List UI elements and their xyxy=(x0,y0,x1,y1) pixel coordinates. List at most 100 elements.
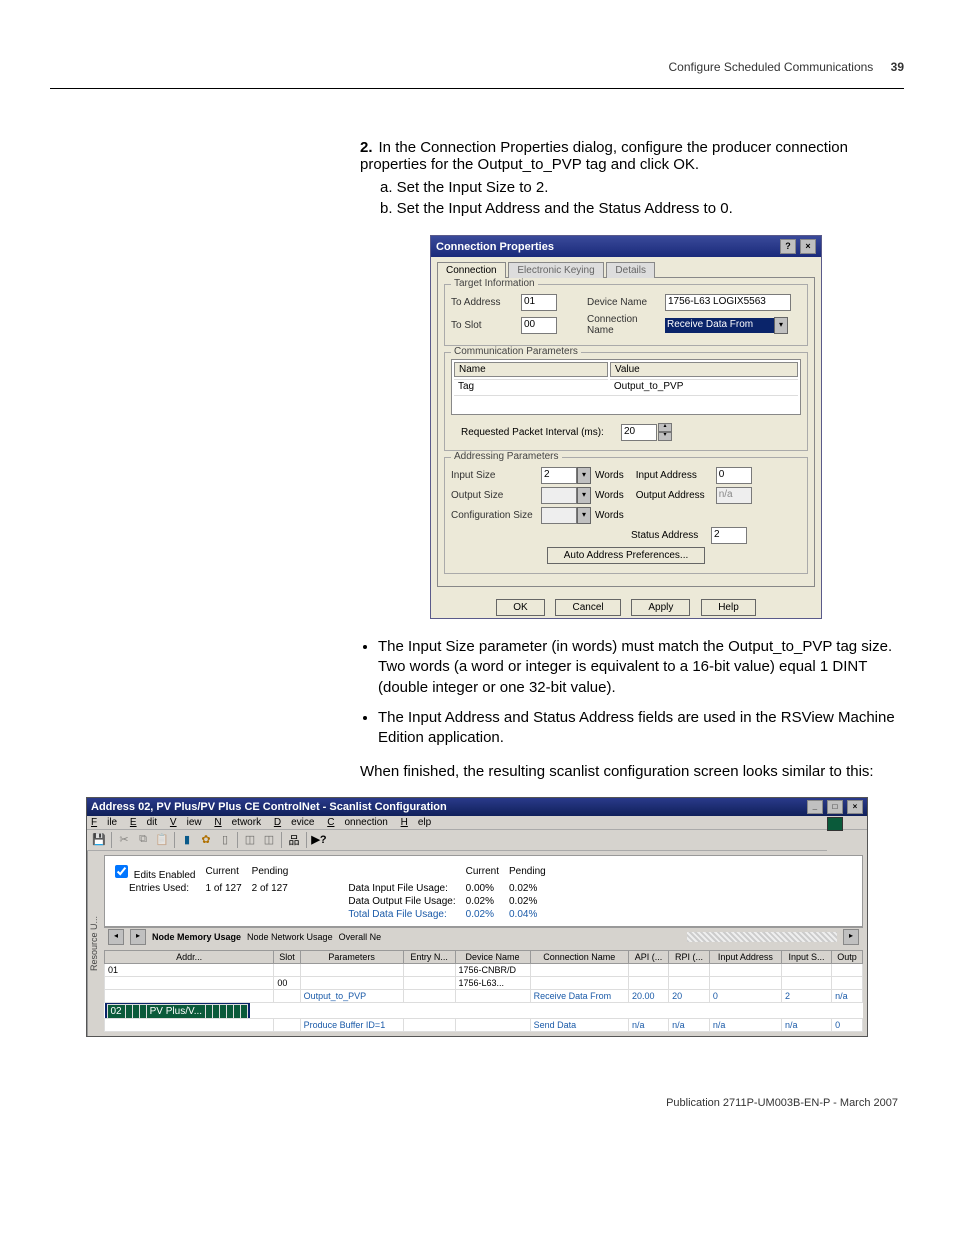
table-row[interactable]: 011756-CNBR/D xyxy=(105,963,863,976)
step-number: 2. xyxy=(360,139,373,156)
scanlist-window: Address 02, PV Plus/PV Plus CE ControlNe… xyxy=(86,797,868,1037)
whatsthis-icon[interactable]: ▶? xyxy=(311,832,327,848)
tool-icon[interactable]: ▯ xyxy=(217,832,233,848)
ok-button[interactable]: OK xyxy=(496,599,544,616)
tab-electronic-keying[interactable]: Electronic Keying xyxy=(508,262,603,278)
menu-device[interactable]: Device xyxy=(274,817,315,828)
scrollbar-track[interactable] xyxy=(687,932,837,942)
input-address-label: Input Address xyxy=(636,470,716,481)
table-row[interactable]: 001756-L63... xyxy=(105,976,863,989)
menubar: File Edit View Network Device Connection… xyxy=(87,816,867,830)
col-value: Value xyxy=(610,362,798,377)
tool-icon[interactable]: ▮ xyxy=(179,832,195,848)
tab-details[interactable]: Details xyxy=(606,262,655,278)
to-address-field[interactable]: 01 xyxy=(521,294,557,311)
step-text: In the Connection Properties dialog, con… xyxy=(360,139,848,173)
comm-table: NameValue TagOutput_to_PVP xyxy=(451,359,801,415)
input-address-field[interactable]: 0 xyxy=(716,467,752,484)
bullet-1: The Input Size parameter (in words) must… xyxy=(378,637,904,698)
chevron-down-icon: ▾ xyxy=(577,507,591,524)
chevron-down-icon[interactable]: ▾ xyxy=(774,317,788,334)
save-icon[interactable]: 💾 xyxy=(91,832,107,848)
difu-pending: 0.02% xyxy=(509,883,554,894)
scroll-right-icon[interactable]: ▸ xyxy=(843,929,859,945)
connection-name-select[interactable]: Receive Data From xyxy=(665,318,774,333)
col-outp[interactable]: Outp xyxy=(832,950,863,963)
col-conn[interactable]: Connection Name xyxy=(530,950,628,963)
input-size-label: Input Size xyxy=(451,470,541,481)
rpi-label: Requested Packet Interval (ms): xyxy=(461,427,621,438)
rpi-field[interactable]: 20 xyxy=(621,424,657,441)
group-addr-label: Addressing Parameters xyxy=(451,451,562,462)
spin-down-icon[interactable]: ▾ xyxy=(658,432,672,441)
col-entry[interactable]: Entry N... xyxy=(403,950,455,963)
output-size-label: Output Size xyxy=(451,490,541,501)
output-address-label: Output Address xyxy=(636,490,716,501)
tab-overall[interactable]: Overall Ne xyxy=(339,932,382,942)
auto-address-button[interactable]: Auto Address Preferences... xyxy=(547,547,706,564)
dofu-pending: 0.02% xyxy=(509,896,554,907)
tool-icon[interactable]: ◫ xyxy=(242,832,258,848)
col-name: Name xyxy=(454,362,608,377)
section-title: Configure Scheduled Communications xyxy=(669,60,874,74)
tool-icon[interactable]: ◫ xyxy=(261,832,277,848)
config-size-field xyxy=(541,507,577,524)
cancel-button[interactable]: Cancel xyxy=(555,599,620,616)
menu-connection[interactable]: Connection xyxy=(327,817,388,828)
apply-button[interactable]: Apply xyxy=(631,599,690,616)
help-icon[interactable]: ? xyxy=(780,239,796,254)
network-icon[interactable]: 品 xyxy=(286,832,302,848)
to-slot-field[interactable]: 00 xyxy=(521,317,557,334)
menu-network[interactable]: Network xyxy=(214,817,261,828)
col-rpi[interactable]: RPI (... xyxy=(669,950,710,963)
close-icon[interactable]: × xyxy=(800,239,816,254)
col-device[interactable]: Device Name xyxy=(455,950,530,963)
input-size-field[interactable]: 2 xyxy=(541,467,577,484)
edits-enabled-checkbox[interactable] xyxy=(115,865,128,878)
spin-up-icon[interactable]: ▴ xyxy=(658,423,672,432)
tab-node-network[interactable]: Node Network Usage xyxy=(247,932,333,942)
scanlist-title: Address 02, PV Plus/PV Plus CE ControlNe… xyxy=(91,801,447,813)
tdfu-label: Total Data File Usage: xyxy=(348,909,463,920)
col-addr[interactable]: Addr... xyxy=(105,950,274,963)
connection-properties-dialog: Connection Properties ? × Connection Ele… xyxy=(430,235,822,619)
menu-view[interactable]: View xyxy=(170,817,202,828)
substep-b: b. Set the Input Address and the Status … xyxy=(380,200,904,217)
page-number: 39 xyxy=(891,60,904,74)
nav-left-icon[interactable]: ◂ xyxy=(108,929,124,945)
current-header: Current xyxy=(466,862,507,881)
col-params[interactable]: Parameters xyxy=(300,950,403,963)
status-address-field[interactable]: 2 xyxy=(711,527,747,544)
col-iaddr[interactable]: Input Address xyxy=(709,950,781,963)
device-name-label: Device Name xyxy=(587,297,665,308)
close-icon[interactable]: × xyxy=(847,800,863,814)
window-icon[interactable] xyxy=(827,817,843,831)
row-tag-value: Output_to_PVP xyxy=(610,379,798,393)
col-isize[interactable]: Input S... xyxy=(782,950,832,963)
col-slot[interactable]: Slot xyxy=(274,950,300,963)
help-button[interactable]: Help xyxy=(701,599,756,616)
table-row[interactable]: 02PV Plus/V... xyxy=(105,1003,251,1018)
tool-icon[interactable]: ✿ xyxy=(198,832,214,848)
menu-help[interactable]: Help xyxy=(401,817,432,828)
output-size-field xyxy=(541,487,577,504)
menu-edit[interactable]: Edit xyxy=(130,817,157,828)
tab-node-memory[interactable]: Node Memory Usage xyxy=(152,932,241,942)
to-address-label: To Address xyxy=(451,297,521,308)
minimize-icon[interactable]: _ xyxy=(807,800,823,814)
step-2: 2.In the Connection Properties dialog, c… xyxy=(360,139,904,173)
tab-connection[interactable]: Connection xyxy=(437,262,506,278)
addressing-group: Addressing Parameters Input Size 2▾ Word… xyxy=(444,457,808,574)
chevron-down-icon[interactable]: ▾ xyxy=(577,467,591,484)
config-size-label: Configuration Size xyxy=(451,510,541,521)
col-api[interactable]: API (... xyxy=(628,950,668,963)
nav-right-icon[interactable]: ▸ xyxy=(130,929,146,945)
maximize-icon[interactable]: □ xyxy=(827,800,843,814)
scanlist-titlebar: Address 02, PV Plus/PV Plus CE ControlNe… xyxy=(87,798,867,816)
menu-file[interactable]: File xyxy=(91,817,117,828)
table-row[interactable]: Output_to_PVPReceive Data From20.002002n… xyxy=(105,989,863,1002)
table-row[interactable]: Produce Buffer ID=1Send Datan/an/an/an/a… xyxy=(105,1018,863,1031)
usage-panel: Edits Enabled Current Pending Current Pe… xyxy=(104,855,863,927)
output-address-field: n/a xyxy=(716,487,752,504)
vertical-tab[interactable]: Resource U... xyxy=(87,851,100,1036)
